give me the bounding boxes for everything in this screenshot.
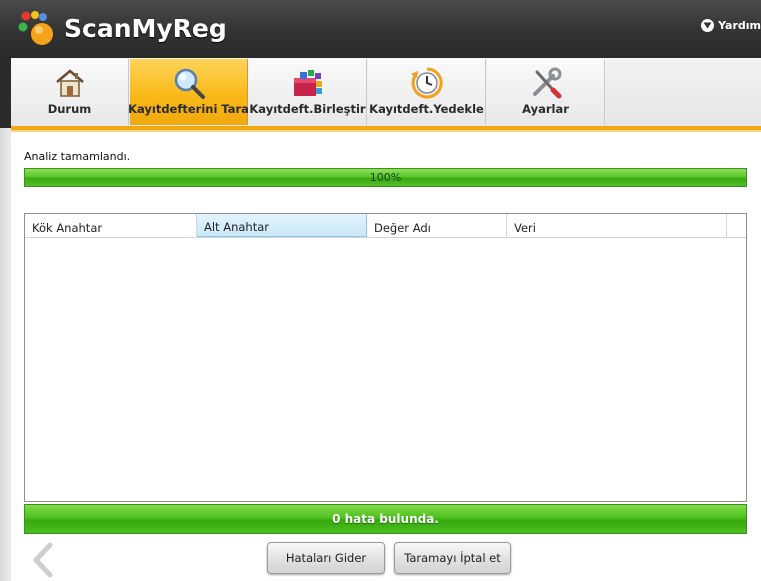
column-header-root-key[interactable]: Kök Anahtar [25,214,197,237]
app-title: ScanMyReg [64,14,227,43]
tab-settings[interactable]: Ayarlar [487,59,605,125]
clock-backup-icon [409,66,445,100]
back-arrow-icon[interactable] [30,542,56,578]
magnifier-icon [171,66,207,100]
progress-label: 100% [369,171,402,184]
tab-status[interactable]: Durum [11,59,129,125]
result-summary-bar: 0 hata bulunda. [24,504,747,534]
tab-label: Durum [47,102,92,116]
help-label: Yardım [718,18,761,32]
fix-errors-button[interactable]: Hataları Gider [267,542,385,574]
column-header-data[interactable]: Veri [507,214,727,237]
tab-defrag-registry[interactable]: Kayıtdeft.Birleştir [249,59,367,125]
left-edge [0,128,11,581]
tabbar-accent-line-light [11,130,761,132]
tab-label: Kayıtdefterini Tara [128,102,249,116]
scan-status-text: Analiz tamamlandı. [24,150,131,163]
cancel-scan-button[interactable]: Taramayı İptal et [394,542,511,574]
result-summary-text: 0 hata bulunda. [332,512,439,526]
tab-label: Kayıtdeft.Yedekle [369,102,484,116]
wrench-screwdriver-icon [528,66,564,100]
results-table[interactable]: Kök Anahtar Alt Anahtar Değer Adı Veri [24,213,747,502]
tabbar-filler [606,59,761,125]
tabbar-left-edge [0,58,11,128]
table-header: Kök Anahtar Alt Anahtar Değer Adı Veri [25,214,746,238]
column-header-value-name[interactable]: Değer Adı [367,214,507,237]
tab-backup-registry[interactable]: Kayıtdeft.Yedekle [368,59,486,125]
chevron-down-icon [701,18,715,32]
column-header-subkey[interactable]: Alt Anahtar [197,214,367,237]
tab-scan-registry[interactable]: Kayıtdefterini Tara [128,59,249,125]
tab-label: Ayarlar [522,102,569,116]
column-header-filler [727,214,746,237]
main-tabbar: Durum Kayıtdefterini Tara Kayıtdeft.Birl [0,58,761,128]
app-header: ScanMyReg Yardım [0,0,761,58]
tab-label: Kayıtdeft.Birleştir [249,102,366,116]
house-icon [52,66,88,100]
scan-progress-bar: 100% [24,168,747,187]
help-menu[interactable]: Yardım [701,17,761,33]
defrag-blocks-icon [290,66,326,100]
app-logo-icon [18,11,53,45]
